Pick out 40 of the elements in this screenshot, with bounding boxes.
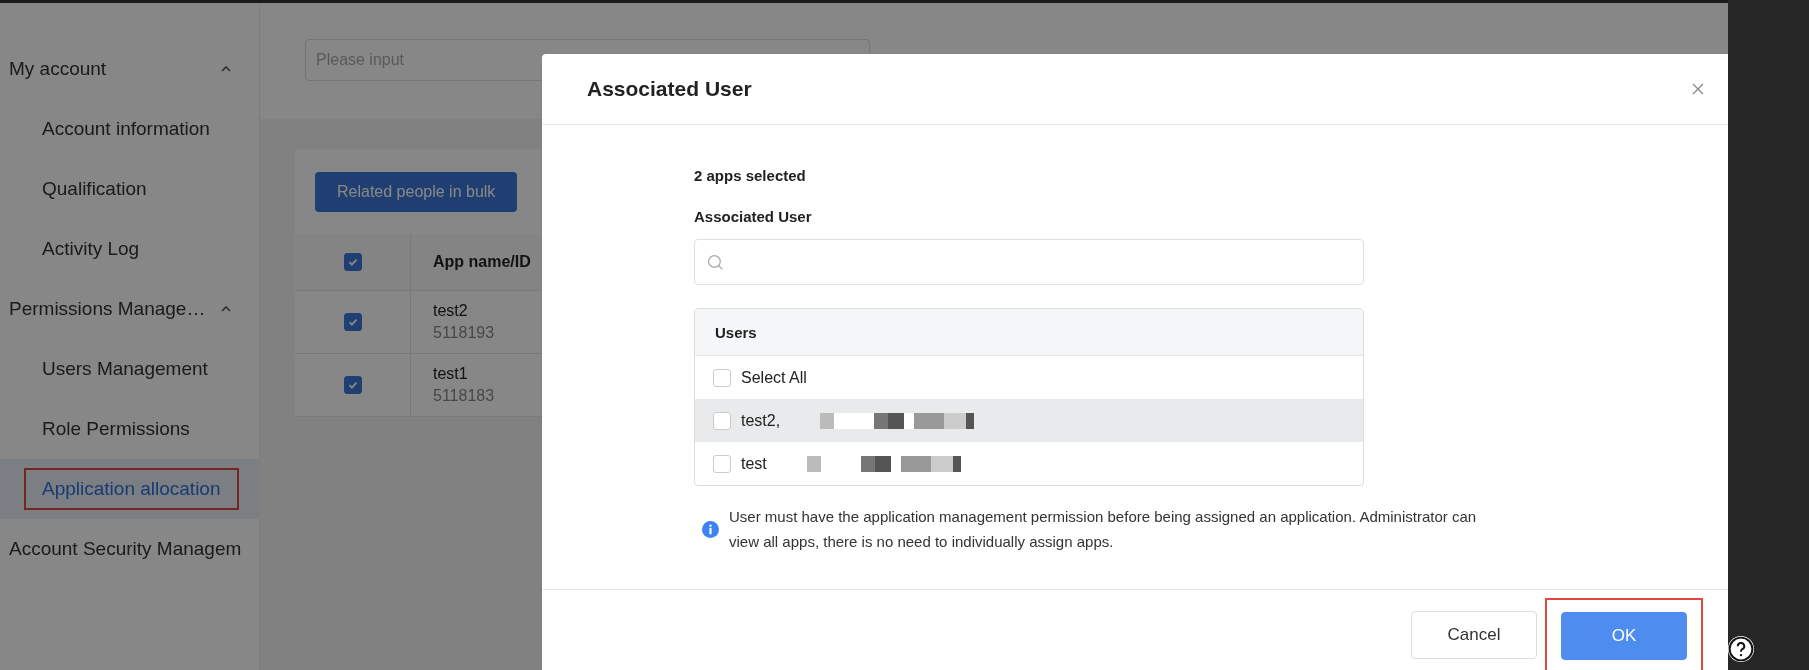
info-icon bbox=[702, 520, 719, 538]
menu-group[interactable]: My account bbox=[0, 39, 259, 99]
search-field[interactable] bbox=[694, 239, 1364, 285]
check-icon bbox=[346, 379, 359, 391]
check-icon bbox=[346, 316, 359, 328]
ok-button[interactable]: OK bbox=[1561, 612, 1687, 660]
close-icon[interactable] bbox=[1692, 83, 1704, 95]
dialog-title: Associated User bbox=[587, 77, 752, 101]
menu-group[interactable]: Account Security Managem bbox=[0, 519, 259, 579]
selection-summary: 2 apps selected bbox=[694, 166, 807, 186]
checkbox[interactable] bbox=[713, 454, 731, 473]
checkbox[interactable] bbox=[713, 411, 731, 430]
user-row[interactable]: test2, bbox=[695, 399, 1363, 442]
menu-item[interactable]: Role Permissions bbox=[26, 410, 206, 448]
checkbox[interactable] bbox=[343, 376, 362, 394]
check-icon bbox=[346, 256, 359, 268]
column-header: App name/ID bbox=[432, 252, 531, 272]
info-note: User must have the application management permission before being assigned an application. Administrator can view all apps, there is no need to individually assign apps. bbox=[729, 507, 1478, 552]
list-header: Users bbox=[695, 309, 1363, 356]
user-row[interactable]: test bbox=[695, 442, 1363, 485]
cancel-button[interactable]: Cancel bbox=[1411, 611, 1537, 659]
app-id: 5118183 bbox=[433, 387, 495, 405]
bulk-button[interactable]: Related people in bulk bbox=[315, 172, 518, 212]
caret-icon bbox=[221, 306, 231, 312]
menu-item[interactable]: Qualification bbox=[26, 170, 163, 208]
menu-item[interactable]: Account information bbox=[26, 110, 226, 148]
app-name: test1 bbox=[433, 365, 468, 383]
menu-group[interactable]: Permissions Manage… bbox=[0, 279, 259, 339]
search-icon bbox=[707, 253, 724, 271]
user-row[interactable]: Select All bbox=[695, 356, 1363, 399]
menu-item[interactable]: Users Management bbox=[26, 350, 224, 388]
caret-icon bbox=[221, 66, 231, 72]
help-icon[interactable] bbox=[1728, 636, 1754, 662]
select-all-checkbox[interactable] bbox=[343, 253, 362, 271]
app-id: 5118193 bbox=[433, 324, 495, 342]
checkbox[interactable] bbox=[343, 313, 362, 331]
menu-item[interactable]: Activity Log bbox=[26, 230, 156, 268]
checkbox[interactable] bbox=[713, 368, 731, 387]
field-label: Associated User bbox=[694, 207, 813, 227]
app-name: test2 bbox=[433, 302, 468, 320]
